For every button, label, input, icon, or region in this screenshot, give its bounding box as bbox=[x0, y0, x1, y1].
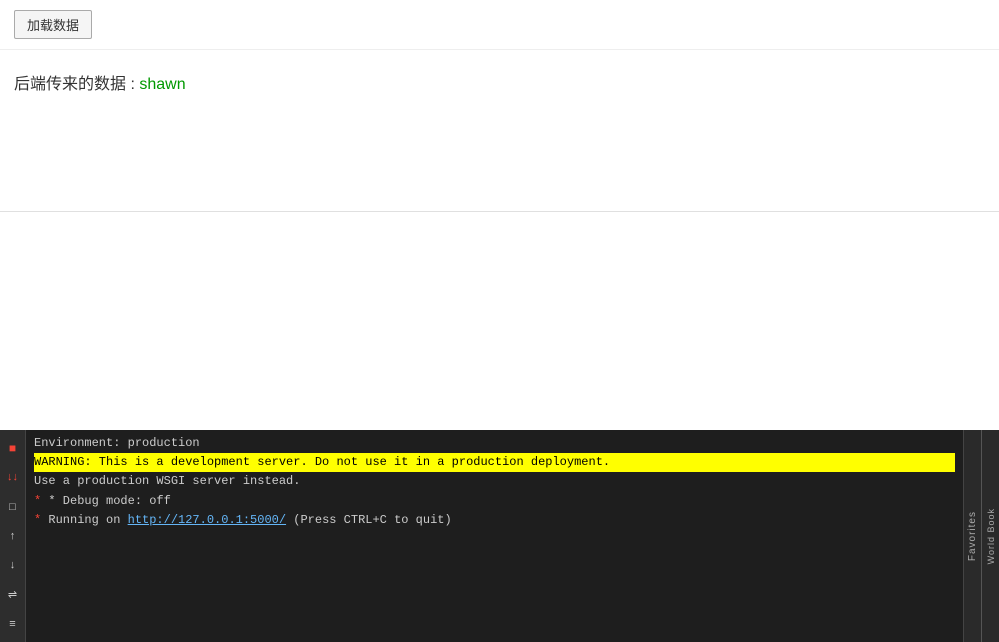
term-line-debug: * * Debug mode: off bbox=[34, 492, 955, 511]
terminal-main: Environment: production WARNING: This is… bbox=[26, 430, 963, 642]
terminal-stop-icon[interactable]: ■ bbox=[3, 438, 23, 457]
terminal-lines-icon[interactable]: ≡ bbox=[3, 615, 23, 634]
worldbook-label: World Book bbox=[986, 508, 996, 564]
term-line-warning: WARNING: This is a development server. D… bbox=[34, 453, 955, 472]
favorites-label: Favorites bbox=[967, 511, 978, 561]
load-data-button-main[interactable]: 加载数据 bbox=[14, 10, 92, 39]
term-line-wsgi: Use a production WSGI server instead. bbox=[34, 472, 955, 491]
backend-data-value: shawn bbox=[139, 76, 185, 93]
terminal-wrap-icon[interactable]: ⇌ bbox=[3, 585, 23, 604]
favorites-sidebar: Favorites bbox=[963, 430, 981, 642]
terminal-panel: ■ ↓↓ □ ↑ ↓ ⇌ ≡ Environment: production W… bbox=[0, 430, 999, 642]
term-line-environment: Environment: production bbox=[34, 434, 955, 453]
terminal-down-double-icon[interactable]: ↓↓ bbox=[3, 467, 23, 486]
terminal-content: Environment: production WARNING: This is… bbox=[26, 430, 963, 642]
terminal-sidebar: ■ ↓↓ □ ↑ ↓ ⇌ ≡ bbox=[0, 430, 26, 642]
browser-content-area: 加载数据 后端传来的数据 : shawn bbox=[0, 0, 999, 212]
terminal-down-icon[interactable]: ↓ bbox=[3, 556, 23, 575]
terminal-window-icon[interactable]: □ bbox=[3, 497, 23, 516]
backend-data-label: 后端传来的数据 : bbox=[14, 76, 139, 93]
worldbook-sidebar: World Book bbox=[981, 430, 999, 642]
terminal-up-icon[interactable]: ↑ bbox=[3, 526, 23, 545]
term-line-running: * Running on http://127.0.0.1:5000/ (Pre… bbox=[34, 511, 955, 530]
server-url-link[interactable]: http://127.0.0.1:5000/ bbox=[128, 513, 286, 527]
